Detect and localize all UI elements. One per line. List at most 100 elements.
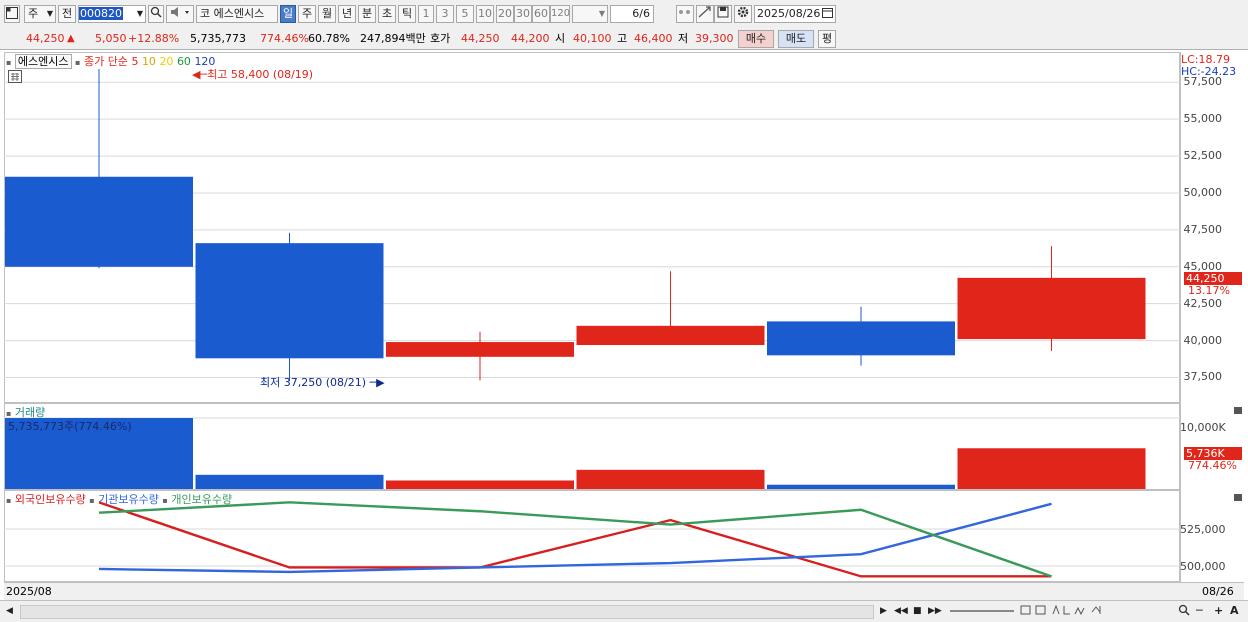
search-icon[interactable] (148, 5, 164, 23)
interval-30[interactable]: 30 (514, 5, 532, 23)
table-icon[interactable] (8, 70, 22, 83)
trade-amount: 247,894백만 (360, 32, 426, 45)
price-tick: 47,500 (1183, 222, 1223, 236)
zoom-in-icon[interactable]: + (1214, 604, 1223, 618)
interval-select[interactable]: ▼ (572, 5, 608, 23)
draw-tool-icon[interactable] (696, 5, 714, 23)
interval-60[interactable]: 60 (532, 5, 550, 23)
period-tick[interactable]: 틱 (398, 5, 416, 23)
ma-20-label: 20 (159, 55, 174, 68)
institution-holdings-line (98, 502, 1052, 574)
zoom-slider[interactable] (950, 610, 1014, 612)
period-second[interactable]: 초 (378, 5, 396, 23)
legend-square-icon: ▪ (6, 496, 12, 505)
calendar-icon (822, 6, 833, 23)
prev-button[interactable]: 전 (58, 5, 76, 23)
last-volume-pct: 774.46% (1188, 459, 1237, 472)
compare-layout-icon[interactable] (1020, 604, 1108, 618)
speaker-icon[interactable] (166, 5, 194, 23)
market-select[interactable]: 주 ▼ (24, 5, 56, 23)
date-value: 2025/08/26 (757, 7, 821, 20)
stop-icon[interactable]: ■ (913, 604, 922, 618)
ma-5-label: 5 (131, 55, 139, 68)
candle-body (5, 176, 193, 267)
institution-label: 기관보유수량 (98, 493, 159, 506)
rewind-icon[interactable]: ◀◀ (894, 604, 908, 618)
quote-bar: 44,250 ▲ 5,050 +12.88% 5,735,773 774.46%… (0, 28, 1248, 50)
high-marker: ◀─최고 58,400 (08/19) (192, 66, 313, 82)
zoom-out-icon[interactable]: ─ (1196, 604, 1203, 618)
volume-value-label: 5,735,773주(774.46%) (8, 420, 132, 433)
low-label: 저 (678, 32, 689, 45)
chevron-down-icon: ▼ (598, 9, 605, 18)
chevron-down-icon: ▼ (46, 9, 53, 18)
interval-120[interactable]: 120 (550, 5, 570, 23)
bid-price: 44,200 (511, 32, 550, 45)
volume-tick: 10,000K (1180, 421, 1226, 434)
price-chart[interactable] (4, 52, 1180, 403)
close-icon[interactable] (1234, 407, 1242, 414)
period-month[interactable]: 월 (318, 5, 336, 23)
high-marker-text: 최고 58,400 (08/19) (207, 68, 314, 81)
volume-chart[interactable] (4, 403, 1180, 490)
scroll-right-icon[interactable]: ▶ (880, 604, 887, 618)
stock-code-value: 000820 (79, 7, 123, 20)
price-tick: 45,000 (1183, 259, 1223, 273)
price-tick: 37,500 (1183, 370, 1223, 384)
open-price: 40,100 (573, 32, 612, 45)
legend-square-icon: ▪ (6, 58, 12, 67)
period-year[interactable]: 년 (338, 5, 356, 23)
gear-icon[interactable] (734, 5, 752, 23)
layout-icon[interactable] (4, 5, 20, 23)
price-tick: 42,500 (1183, 296, 1223, 310)
bottom-controls: ◀ ▶ ◀◀ ■ ▶▶ ─ + A (0, 600, 1248, 622)
price-tick: 55,000 (1183, 112, 1223, 126)
text-tool-icon[interactable]: A (1230, 604, 1239, 618)
date-end: 08/26 (1202, 585, 1234, 598)
volume-ratio: 774.46% (260, 32, 309, 45)
interval-10[interactable]: 10 (476, 5, 494, 23)
close-icon[interactable] (1234, 494, 1242, 501)
stock-code-input[interactable]: 000820 ▼ (78, 5, 146, 23)
scroll-left-icon[interactable]: ◀ (6, 604, 13, 618)
compare-icon[interactable] (676, 5, 694, 23)
horizontal-scrollbar[interactable] (20, 605, 874, 619)
sell-button[interactable]: 매도 (778, 30, 814, 48)
period-day[interactable]: 일 (280, 5, 296, 23)
interval-3[interactable]: 3 (436, 5, 454, 23)
price-tick: 52,500 (1183, 149, 1223, 163)
price-tick: 40,000 (1183, 333, 1223, 347)
low-price: 39,300 (695, 32, 734, 45)
buy-button[interactable]: 매수 (738, 30, 774, 48)
interval-1[interactable]: 1 (418, 5, 434, 23)
interval-5[interactable]: 5 (456, 5, 474, 23)
legend-square-icon: ▪ (75, 58, 81, 67)
legend-square-icon: ▪ (162, 496, 168, 505)
fast-forward-icon[interactable]: ▶▶ (928, 604, 942, 618)
turnover-rate: 60.78% (308, 32, 350, 45)
search-icon[interactable] (1178, 604, 1190, 618)
save-icon[interactable] (714, 5, 732, 23)
ask-price: 44,250 (461, 32, 500, 45)
period-minute[interactable]: 분 (358, 5, 376, 23)
toolbar: 주 ▼ 전 000820 ▼ 코 에스엔시스 일 주 월 년 분 초 틱 1 3… (0, 0, 1248, 29)
ma-10-label: 10 (141, 55, 156, 68)
holders-legend: ▪ 외국인보유수량 ▪ 기관보유수량 ▪ 개인보유수량 (6, 491, 232, 507)
period-week[interactable]: 주 (298, 5, 316, 23)
market-label: 주 (28, 7, 39, 20)
interval-20[interactable]: 20 (496, 5, 514, 23)
current-price: 44,250 (26, 32, 65, 45)
up-arrow-icon: ▲ (67, 33, 75, 44)
low-marker-text: 최저 37,250 (08/21) (260, 376, 367, 389)
ma-label: 종가 단순 (83, 55, 128, 68)
average-button[interactable]: 평 (818, 30, 836, 48)
foreign-label: 외국인보유수량 (14, 493, 86, 506)
candle-body (576, 325, 765, 346)
high-label: 고 (617, 32, 628, 45)
page-indicator[interactable]: 6/6 (610, 5, 654, 23)
high-price: 46,400 (634, 32, 673, 45)
stock-name[interactable]: 코 에스엔시스 (196, 5, 278, 23)
date-input[interactable]: 2025/08/26 (754, 5, 836, 23)
holders-tick-500000: 500,000 (1180, 560, 1226, 573)
price-tick: 50,000 (1183, 185, 1223, 199)
